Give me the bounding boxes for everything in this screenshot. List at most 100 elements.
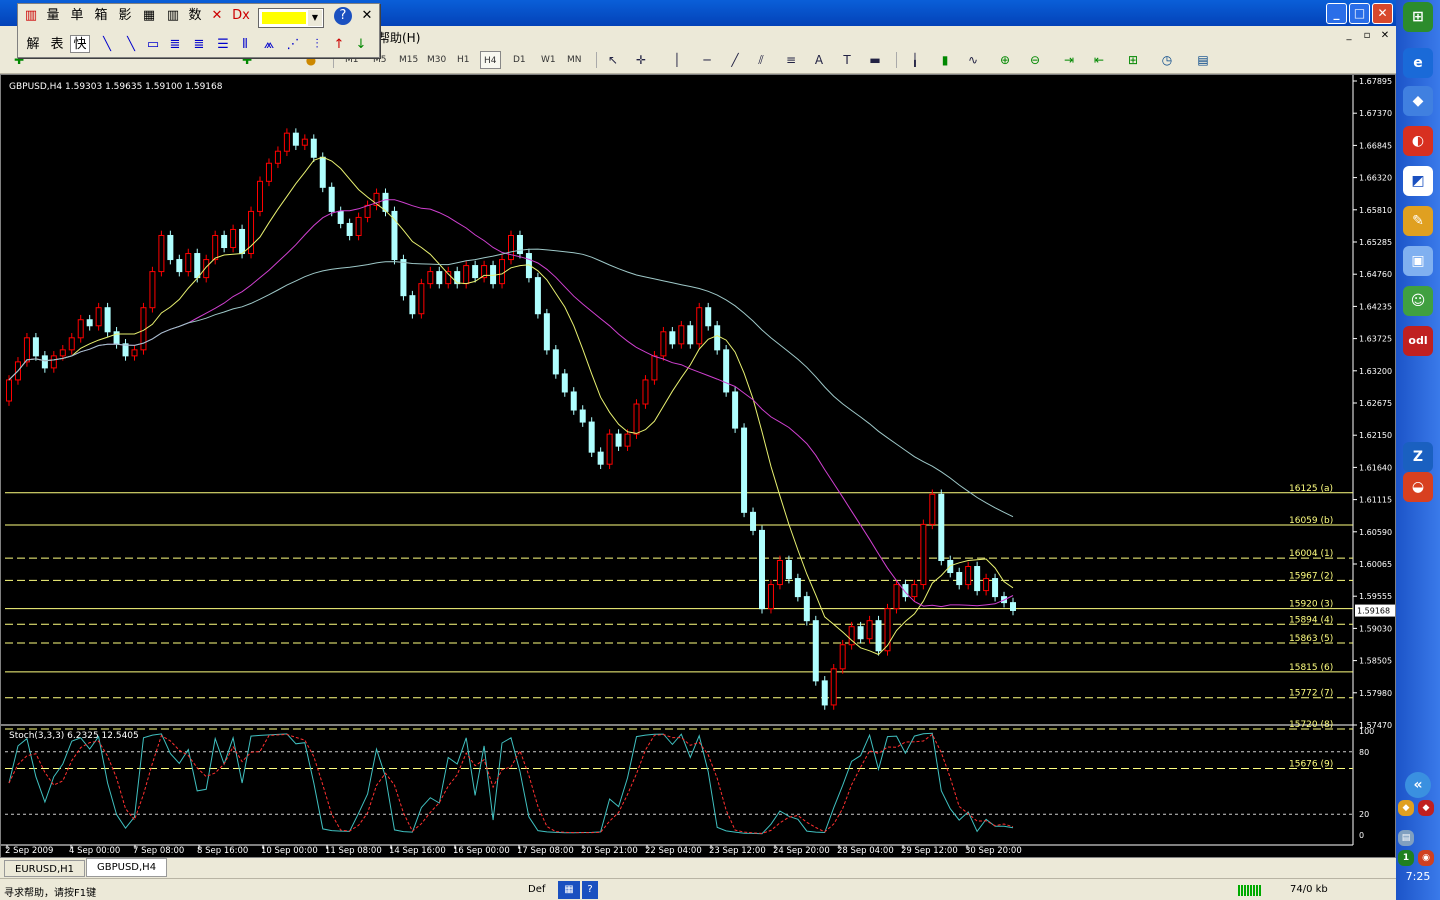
float-btn-4[interactable]: 影 [116,7,134,25]
arrow-label-icon[interactable]: ▬ [866,51,884,69]
mdi-minimize-button[interactable]: _ [1342,29,1356,43]
float-btn-3[interactable]: 箱 [92,7,110,25]
bars-icon[interactable]: ▥ [164,7,182,25]
users-icon[interactable]: ☺ [1403,286,1433,316]
rectangle-icon[interactable]: ▭ [144,36,162,54]
app-icon-1[interactable]: ◆ [1403,86,1433,116]
float-btn-2[interactable]: 单 [68,7,86,25]
app-icon-3[interactable]: ◩ [1403,166,1433,196]
candle-body [257,180,263,212]
arrow-down-icon[interactable]: ↓ [352,36,370,54]
app-icon-2[interactable]: ◐ [1403,126,1433,156]
candle-body [732,391,739,429]
diagonal-tool-icon[interactable]: ╲ [122,36,140,54]
tf-h4[interactable]: H4 [480,51,501,69]
indicators-icon[interactable]: ⊞ [1124,51,1142,69]
tray-icon-1[interactable]: ◆ [1398,800,1414,816]
fibonacci-icon[interactable]: ≡ [782,51,800,69]
gann-fan-icon[interactable]: ⋰ [284,36,302,54]
cursor-icon[interactable]: ↖ [604,51,622,69]
dx-icon[interactable]: Dx [230,7,252,25]
tab-gbpusd-h4[interactable]: GBPUSD,H4 [86,858,168,877]
candle-body [812,620,819,682]
maximize-button[interactable]: □ [1349,3,1370,24]
tray-icon-2[interactable]: ◆ [1418,800,1434,816]
app-icon-4[interactable]: ✎ [1403,206,1433,236]
ie-icon[interactable]: e [1403,48,1433,78]
fib-channel-icon[interactable]: ≣ [190,36,208,54]
float-row2-btn-1[interactable]: 解 [24,36,42,54]
tray-icon-3[interactable]: ▤ [1398,830,1414,846]
channel-icon[interactable]: ≣ [166,36,184,54]
trendline-icon[interactable]: ╱ [726,51,744,69]
app-icon-7[interactable]: ◒ [1403,472,1433,502]
tray-expand-icon[interactable]: « [1405,772,1431,798]
close-float-icon[interactable]: ✕ [358,7,376,25]
autoscroll-icon[interactable]: ⇥ [1060,51,1078,69]
tf-d1[interactable]: D1 [510,51,529,69]
candle-body [346,222,353,236]
float-row2-btn-2[interactable]: 表 [48,36,66,54]
color-picker[interactable]: ▼ [258,8,324,28]
line-tool-icon[interactable]: ╲ [98,36,116,54]
close-button[interactable]: ✕ [1372,3,1393,24]
fib-time-icon[interactable]: ⦀ [236,36,254,54]
candle-icon[interactable]: ▥ [22,7,40,25]
candle-body [579,409,586,423]
text-icon[interactable]: A [810,51,828,69]
crosshair-icon[interactable]: ✛ [632,51,650,69]
tf-w1[interactable]: W1 [538,51,559,69]
candlestick-icon[interactable]: ▮ [936,51,954,69]
price-chart[interactable]: 1.67895 1.67370 1.66845 1.66320 1.65810 1.652… [1,75,1395,857]
tf-m15[interactable]: M15 [396,51,421,69]
keyboard-icon[interactable]: ▦ [558,881,580,899]
date-label: 24 Sep 20:00 [773,846,830,856]
templates-icon[interactable]: ▤ [1194,51,1212,69]
odl-icon[interactable]: odl [1403,326,1433,356]
fib-level-label: 16004 (1) [1289,549,1333,559]
mdi-close-button[interactable]: ✕ [1378,29,1392,43]
minimize-button[interactable]: _ [1326,3,1347,24]
tray-icon-5[interactable]: ◉ [1418,850,1434,866]
fib-levels-icon[interactable]: ☰ [214,36,232,54]
tray-icon-4[interactable]: 1 [1398,850,1414,866]
status-profile[interactable]: Def [528,884,545,895]
menu-help[interactable]: 帮助(H) [378,29,420,46]
chart-window[interactable]: 1.67895 1.67370 1.66845 1.66320 1.65810 1.652… [0,74,1396,858]
text-label-icon[interactable]: T [838,51,856,69]
tf-m30[interactable]: M30 [424,51,449,69]
equidistant-channel-icon[interactable]: ⫽ [752,51,770,69]
tf-h1[interactable]: H1 [454,51,473,69]
chart-shift-icon[interactable]: ⇤ [1090,51,1108,69]
zoom-out-icon[interactable]: ⊖ [1026,51,1044,69]
periods-icon[interactable]: ◷ [1158,51,1176,69]
chevron-down-icon[interactable]: ▼ [308,10,322,26]
app-icon-5[interactable]: ▣ [1403,246,1433,276]
bar-chart-icon[interactable]: ╽ [906,51,924,69]
vertical-line-icon[interactable]: │ [668,51,686,69]
app-icon-6[interactable]: Z [1403,442,1433,472]
price-label: 1.64760 [1359,270,1392,279]
zoom-in-icon[interactable]: ⊕ [996,51,1014,69]
line-chart-icon[interactable]: ∿ [964,51,982,69]
histogram-icon[interactable]: ▦ [140,7,158,25]
status-bar: 寻求帮助，请按F1键 Def ▦ ? 74/0 kb [0,878,1396,900]
stoch-main-line [8,732,1014,835]
arrow-up-icon[interactable]: ↑ [330,36,348,54]
mdi-restore-button[interactable]: ▫ [1360,29,1374,43]
help-status-icon[interactable]: ? [582,881,598,899]
fan-icon[interactable]: ⫶ [308,36,326,54]
tab-eurusd-h1[interactable]: EURUSD,H1 [4,860,86,877]
float-btn-1[interactable]: 量 [44,7,62,25]
candle-body [212,234,219,261]
price-label: 1.59555 [1359,592,1392,601]
float-row2-btn-3[interactable]: 快 [70,35,90,53]
windows-icon[interactable]: ⊞ [1403,2,1433,32]
horizontal-line-icon[interactable]: ─ [698,51,716,69]
ma-slow-line [8,248,1014,518]
pitchfork-icon[interactable]: ⩕ [260,36,278,54]
tf-mn[interactable]: MN [564,51,585,69]
help-icon[interactable]: ? [334,7,352,25]
float-btn-5[interactable]: 数 [186,7,204,25]
cross-icon[interactable]: ✕ [208,7,226,25]
